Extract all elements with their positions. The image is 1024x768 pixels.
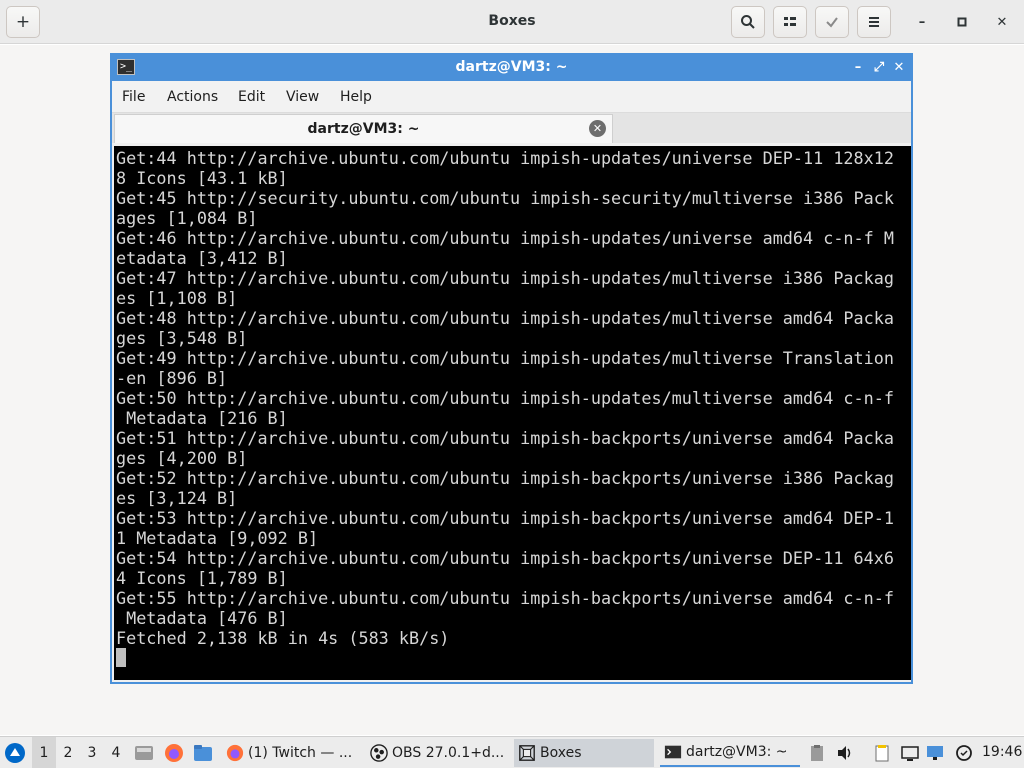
- terminal-prompt-line: [116, 648, 911, 668]
- terminal-line: 8 Icons [43.1 kB]: [116, 168, 288, 188]
- list-view-icon: [784, 17, 796, 26]
- volume-icon[interactable]: [836, 744, 854, 762]
- menu-file[interactable]: File: [122, 89, 145, 105]
- search-icon: [741, 15, 755, 29]
- menu-help[interactable]: Help: [340, 89, 372, 105]
- task-label: Boxes: [540, 745, 582, 761]
- workspace-4[interactable]: 4: [104, 737, 128, 768]
- vm-tabbar: dartz@VM3: ~ ✕: [112, 113, 911, 143]
- network-icon[interactable]: [926, 744, 944, 762]
- clock[interactable]: 19:46: [982, 744, 1022, 760]
- terminal-line: Get:51 http://archive.ubuntu.com/ubuntu …: [116, 428, 894, 448]
- terminal-line: Metadata [476 B]: [116, 608, 288, 628]
- terminal-line: Get:50 http://archive.ubuntu.com/ubuntu …: [116, 388, 894, 408]
- window-maximize-button[interactable]: [950, 10, 974, 34]
- tab-close-icon[interactable]: ✕: [589, 120, 606, 137]
- close-icon: ✕: [893, 60, 905, 75]
- hamburger-menu-icon: [869, 17, 879, 27]
- firefox-launcher[interactable]: [164, 737, 184, 768]
- terminal-line: ges [4,200 B]: [116, 448, 248, 468]
- vm-window-title: dartz@VM3: ~: [455, 59, 568, 75]
- terminal-line: es [1,108 B]: [116, 288, 238, 308]
- terminal-line: Get:46 http://archive.ubuntu.com/ubuntu …: [116, 228, 894, 248]
- vm-close-button[interactable]: ✕: [890, 59, 908, 77]
- vm-minimize-button[interactable]: –: [849, 59, 867, 77]
- terminal-line: es [3,124 B]: [116, 488, 238, 508]
- lubuntu-logo-icon: [5, 743, 25, 763]
- boxes-icon: [519, 745, 535, 761]
- terminal-line: ages [1,084 B]: [116, 208, 258, 228]
- checkmark-icon: [826, 17, 838, 28]
- add-icon: +: [15, 12, 31, 32]
- task-boxes[interactable]: Boxes: [514, 739, 654, 767]
- terminal-output[interactable]: Get:44 http://archive.ubuntu.com/ubuntu …: [114, 146, 911, 680]
- terminal-line: -en [896 B]: [116, 368, 228, 388]
- terminal-line: Get:53 http://archive.ubuntu.com/ubuntu …: [116, 508, 894, 528]
- terminal-line: Get:45 http://security.ubuntu.com/ubuntu…: [116, 188, 894, 208]
- vm-titlebar[interactable]: >_ dartz@VM3: ~ – ⤢ ✕: [112, 55, 911, 81]
- task-terminal[interactable]: dartz@VM3: ~: [660, 739, 800, 767]
- close-icon: ✕: [996, 14, 1008, 30]
- task-label: dartz@VM3: ~: [686, 744, 788, 760]
- folder-icon: [194, 745, 212, 761]
- update-notifier-icon[interactable]: [955, 744, 973, 762]
- display-icon[interactable]: [901, 744, 919, 762]
- notes-icon[interactable]: [873, 744, 891, 762]
- terminal-line: Fetched 2,138 kB in 4s (583 kB/s): [116, 628, 450, 648]
- menu-view[interactable]: View: [286, 89, 319, 105]
- firefox-icon: [226, 744, 244, 762]
- main-menu-button[interactable]: [857, 6, 891, 38]
- start-menu-button[interactable]: [4, 737, 26, 768]
- obs-icon: [370, 744, 388, 762]
- desktop-icon: [135, 746, 153, 760]
- show-desktop-launcher[interactable]: [134, 737, 154, 768]
- terminal-line: ges [3,548 B]: [116, 328, 248, 348]
- taskbar: 1 2 3 4 (1) Twitch — ... OBS 27.0.1+d...…: [0, 736, 1024, 768]
- terminal-line: Get:47 http://archive.ubuntu.com/ubuntu …: [116, 268, 894, 288]
- terminal-line: Get:48 http://archive.ubuntu.com/ubuntu …: [116, 308, 894, 328]
- terminal-line: Get:55 http://archive.ubuntu.com/ubuntu …: [116, 588, 894, 608]
- terminal-icon: [664, 745, 682, 759]
- add-button[interactable]: +: [6, 6, 40, 38]
- terminal-line: Metadata [216 B]: [116, 408, 288, 428]
- vm-restore-button[interactable]: ⤢: [870, 59, 888, 77]
- menu-edit[interactable]: Edit: [238, 89, 265, 105]
- clipboard-icon[interactable]: [808, 744, 826, 762]
- terminal-tab[interactable]: dartz@VM3: ~ ✕: [114, 114, 613, 143]
- view-toggle-button[interactable]: [773, 6, 807, 38]
- restore-icon: ⤢: [873, 60, 885, 75]
- maximize-icon: [957, 17, 967, 27]
- minimize-icon: –: [854, 60, 862, 75]
- files-launcher[interactable]: [193, 737, 213, 768]
- boxes-headerbar: + Boxes – ✕: [0, 0, 1024, 44]
- window-close-button[interactable]: ✕: [990, 10, 1014, 34]
- terminal-line: 1 Metadata [9,092 B]: [116, 528, 319, 548]
- task-label: (1) Twitch — ...: [248, 745, 353, 761]
- window-minimize-button[interactable]: –: [910, 10, 934, 34]
- task-label: OBS 27.0.1+d...: [392, 745, 505, 761]
- vm-terminal-window[interactable]: >_ dartz@VM3: ~ – ⤢ ✕ File Actions Edit …: [110, 53, 913, 684]
- terminal-cursor: [116, 648, 126, 667]
- terminal-tab-label: dartz@VM3: ~: [307, 121, 420, 137]
- vm-menubar: File Actions Edit View Help: [112, 81, 911, 113]
- search-button[interactable]: [731, 6, 765, 38]
- terminal-line: Get:49 http://archive.ubuntu.com/ubuntu …: [116, 348, 894, 368]
- firefox-icon: [165, 744, 183, 762]
- terminal-line: Get:54 http://archive.ubuntu.com/ubuntu …: [116, 548, 894, 568]
- selection-mode-button[interactable]: [815, 6, 849, 38]
- menu-actions[interactable]: Actions: [167, 89, 218, 105]
- terminal-line: Get:44 http://archive.ubuntu.com/ubuntu …: [116, 148, 894, 168]
- workspace-3[interactable]: 3: [80, 737, 104, 768]
- task-twitch-firefox[interactable]: (1) Twitch — ...: [222, 739, 362, 767]
- terminal-line: etadata [3,412 B]: [116, 248, 288, 268]
- minimize-icon: –: [918, 14, 926, 30]
- terminal-line: Get:52 http://archive.ubuntu.com/ubuntu …: [116, 468, 894, 488]
- terminal-line: 4 Icons [1,789 B]: [116, 568, 288, 588]
- task-obs[interactable]: OBS 27.0.1+d...: [366, 739, 510, 767]
- workspace-2[interactable]: 2: [56, 737, 80, 768]
- workspace-1[interactable]: 1: [32, 737, 56, 768]
